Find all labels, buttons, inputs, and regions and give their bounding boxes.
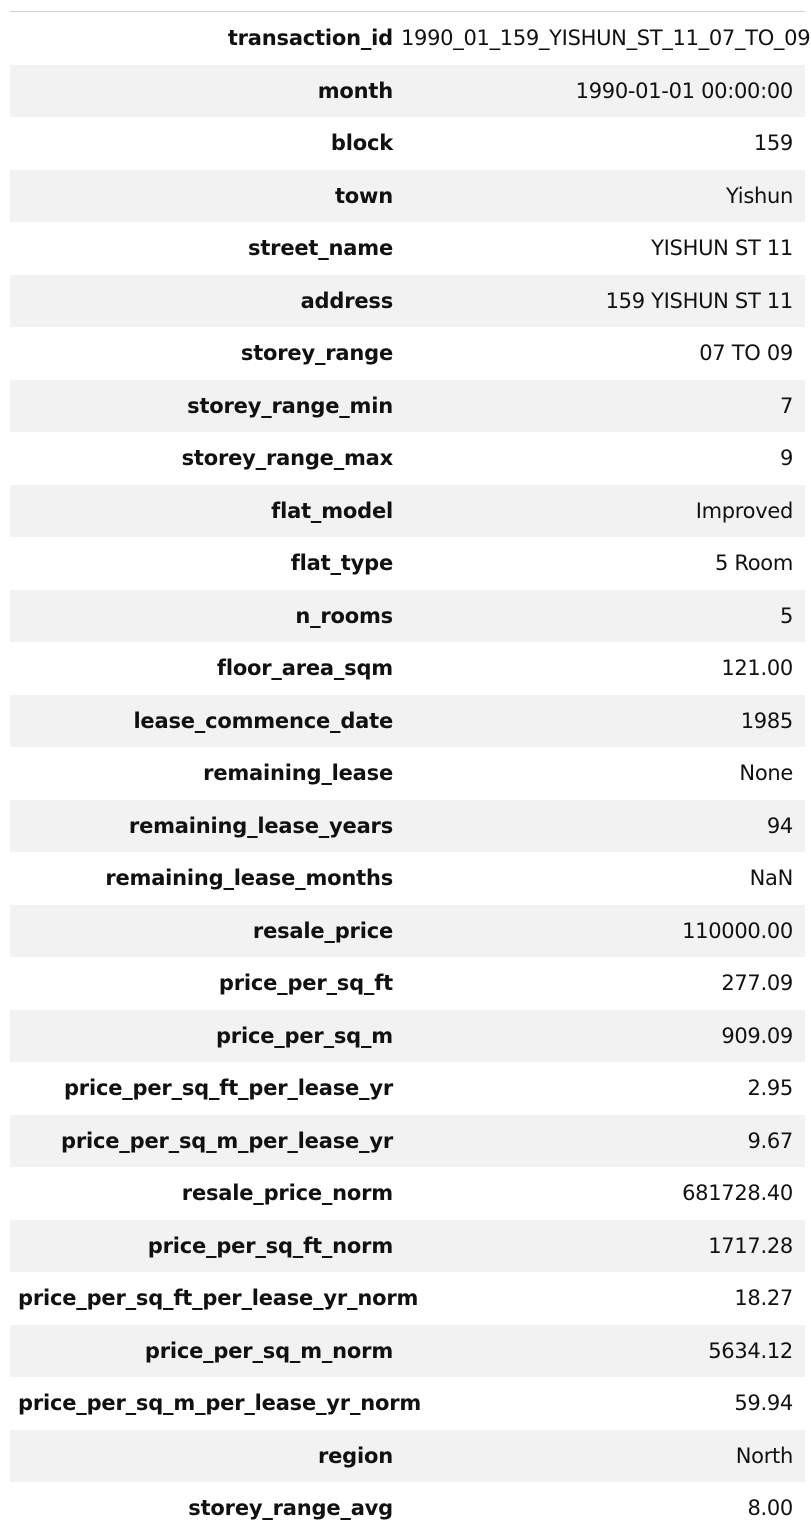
dataframe-output: transaction_id 1990_01_159_YISHUN_ST_11_0… xyxy=(10,0,811,1535)
table-row: n_rooms 5 xyxy=(10,589,805,642)
field-name: flat_type xyxy=(290,551,393,576)
field-name: price_per_sq_m xyxy=(215,1023,393,1048)
field-value: 07 TO 09 xyxy=(699,341,793,366)
field-name: floor_area_sqm xyxy=(216,656,393,681)
field-value: 1985 xyxy=(740,708,794,733)
field-value: 18.27 xyxy=(734,1286,793,1311)
table-row: price_per_sq_ft_per_lease_yr_norm 18.27 xyxy=(10,1272,805,1325)
field-name: remaining_lease_years xyxy=(128,813,393,838)
field-name: transaction_id xyxy=(227,26,393,51)
field-name: lease_commence_date xyxy=(133,708,393,733)
table-row: price_per_sq_ft_per_lease_yr 2.95 xyxy=(10,1062,805,1115)
field-value: 2.95 xyxy=(747,1076,793,1101)
field-value: 5634.12 xyxy=(708,1338,793,1363)
field-name: price_per_sq_m_per_lease_yr xyxy=(61,1128,393,1153)
field-value: Yishun xyxy=(726,183,793,208)
field-name: price_per_sq_ft_norm xyxy=(147,1233,393,1258)
table-row: resale_price_norm 681728.40 xyxy=(10,1167,805,1220)
table-row: remaining_lease_months NaN xyxy=(10,852,805,905)
field-name: street_name xyxy=(248,236,393,261)
table-row: flat_type 5 Room xyxy=(10,537,805,590)
table-row: price_per_sq_m_norm 5634.12 xyxy=(10,1324,805,1377)
field-name: address xyxy=(300,288,394,313)
field-name: resale_price xyxy=(252,918,393,943)
field-value: 909.09 xyxy=(721,1023,793,1048)
field-name: n_rooms xyxy=(295,603,393,628)
table-row: price_per_sq_ft_norm 1717.28 xyxy=(10,1219,805,1272)
table-top-border xyxy=(10,0,805,12)
field-name: price_per_sq_m_per_lease_yr_norm xyxy=(18,1391,422,1416)
table-row: month 1990-01-01 00:00:00 xyxy=(10,64,805,117)
field-value: None xyxy=(739,761,793,786)
table-row: storey_range_max 9 xyxy=(10,432,805,485)
table-row: address 159 YISHUN ST 11 xyxy=(10,274,805,327)
field-value: 1990_01_159_YISHUN_ST_11_07_TO_09 xyxy=(401,26,811,51)
field-value: 1717.28 xyxy=(708,1233,793,1258)
field-name: price_per_sq_ft xyxy=(218,971,393,996)
table-row: storey_range 07 TO 09 xyxy=(10,327,805,380)
record-table-body: transaction_id 1990_01_159_YISHUN_ST_11_0… xyxy=(10,12,811,1535)
field-value: 5 Room xyxy=(714,551,793,576)
field-value: NaN xyxy=(749,866,794,891)
table-row: region North xyxy=(10,1429,805,1482)
field-value: 1990-01-01 00:00:00 xyxy=(575,78,794,103)
table-row: transaction_id 1990_01_159_YISHUN_ST_11_0… xyxy=(10,12,811,65)
field-value: 121.00 xyxy=(721,656,793,681)
field-value: 110000.00 xyxy=(682,918,793,943)
table-row: street_name YISHUN ST 11 xyxy=(10,222,805,275)
table-row: flat_model Improved xyxy=(10,484,805,537)
table-row: remaining_lease None xyxy=(10,747,805,800)
table-row: floor_area_sqm 121.00 xyxy=(10,642,805,695)
table-row: lease_commence_date 1985 xyxy=(10,694,805,747)
table-row: storey_range_avg 8.00 xyxy=(10,1482,805,1535)
field-value: 9.67 xyxy=(747,1128,793,1153)
table-row: price_per_sq_m_per_lease_yr_norm 59.94 xyxy=(10,1377,805,1430)
field-value: 94 xyxy=(766,813,793,838)
field-name: remaining_lease_months xyxy=(105,866,393,891)
table-row: price_per_sq_ft 277.09 xyxy=(10,957,805,1010)
field-value: 59.94 xyxy=(734,1391,793,1416)
field-name: price_per_sq_ft_per_lease_yr xyxy=(63,1076,393,1101)
table-row: remaining_lease_years 94 xyxy=(10,799,805,852)
table-row: price_per_sq_m_per_lease_yr 9.67 xyxy=(10,1114,805,1167)
record-table: transaction_id 1990_01_159_YISHUN_ST_11_0… xyxy=(10,12,811,1535)
field-value: North xyxy=(735,1443,794,1468)
field-value: 7 xyxy=(779,393,793,418)
field-name: storey_range_min xyxy=(187,393,393,418)
field-name: price_per_sq_ft_per_lease_yr_norm xyxy=(18,1286,419,1311)
field-name: price_per_sq_m_norm xyxy=(144,1338,393,1363)
field-value: 159 YISHUN ST 11 xyxy=(605,288,794,313)
field-value: 277.09 xyxy=(721,971,793,996)
field-value: 9 xyxy=(779,446,793,471)
field-value: Improved xyxy=(695,498,794,523)
field-name: storey_range_max xyxy=(181,446,394,471)
field-name: region xyxy=(317,1443,393,1468)
field-value: 159 xyxy=(753,131,793,156)
table-row: storey_range_min 7 xyxy=(10,379,805,432)
table-row: town Yishun xyxy=(10,169,805,222)
table-row: resale_price 110000.00 xyxy=(10,904,805,957)
field-name: resale_price_norm xyxy=(181,1181,393,1206)
field-name: remaining_lease xyxy=(203,761,393,786)
field-value: YISHUN ST 11 xyxy=(651,236,793,261)
field-name: block xyxy=(330,131,393,156)
field-value: 681728.40 xyxy=(682,1181,793,1206)
table-row: block 159 xyxy=(10,117,805,170)
field-name: month xyxy=(317,78,393,103)
table-row: price_per_sq_m 909.09 xyxy=(10,1009,805,1062)
field-name: storey_range_avg xyxy=(188,1496,393,1521)
field-name: storey_range xyxy=(240,341,393,366)
field-name: town xyxy=(334,183,393,208)
field-value: 8.00 xyxy=(747,1496,793,1521)
field-name: flat_model xyxy=(271,498,393,523)
field-value: 5 xyxy=(779,603,793,628)
